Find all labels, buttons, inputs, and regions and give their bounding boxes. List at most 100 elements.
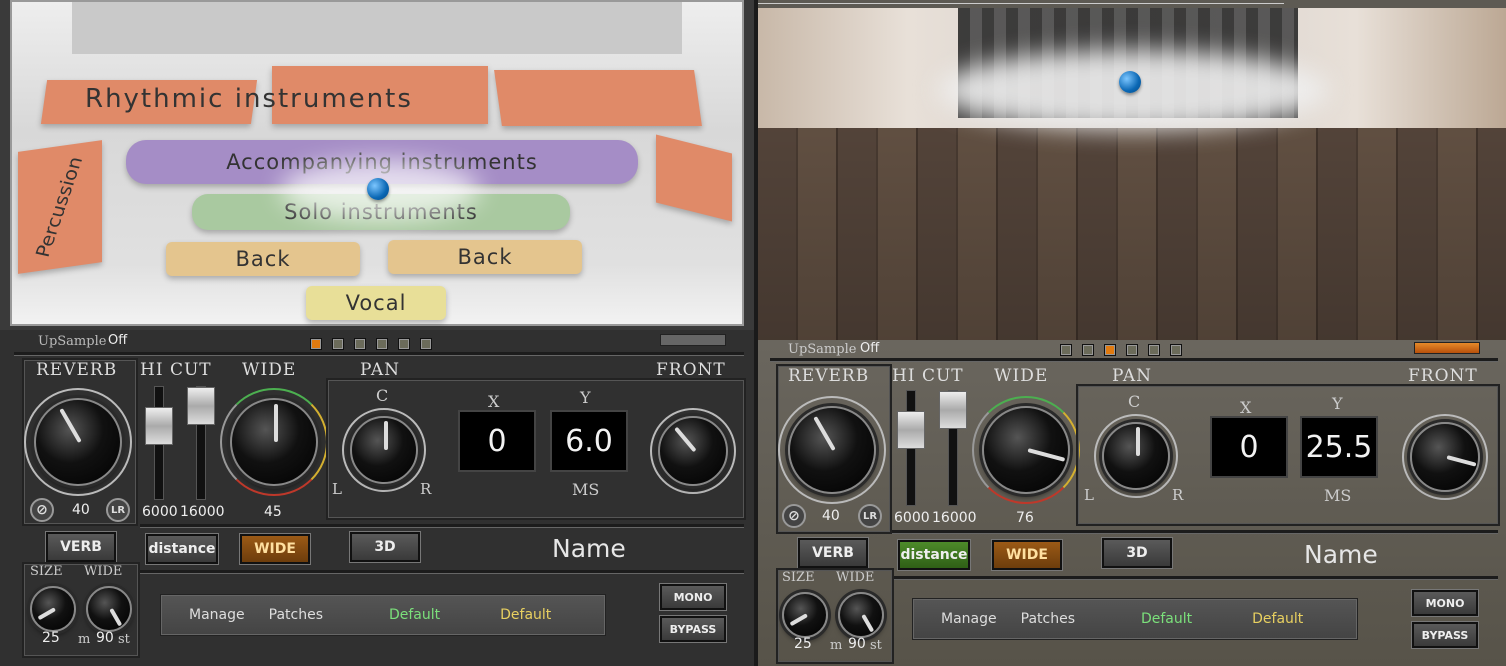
y-label: Y — [1332, 394, 1343, 413]
divider — [892, 576, 1498, 580]
page-led-2[interactable] — [332, 338, 344, 350]
divider — [140, 570, 744, 574]
knob-indicator — [1446, 455, 1477, 467]
wide-button[interactable]: WIDE — [992, 540, 1062, 570]
page-led-5[interactable] — [398, 338, 410, 350]
page-led-1[interactable] — [310, 338, 322, 350]
wide-button[interactable]: WIDE — [240, 534, 310, 564]
patch-default-a[interactable]: Default — [1141, 611, 1192, 627]
divider — [14, 352, 744, 356]
source-position-handle[interactable] — [367, 178, 389, 200]
wide2-knob[interactable] — [86, 586, 132, 632]
patches-link[interactable]: Patches — [269, 607, 323, 623]
stage-view-right[interactable] — [758, 0, 1506, 340]
zone-back-right[interactable]: Back — [388, 240, 582, 274]
front-knob[interactable] — [1410, 422, 1480, 492]
knob-indicator — [789, 613, 808, 627]
3d-button[interactable]: 3D — [1102, 538, 1172, 568]
stage-view-left[interactable]: Rhythmic instruments Accompanying instru… — [0, 0, 754, 328]
patch-name[interactable]: Name — [552, 534, 626, 563]
knob-indicator — [274, 404, 278, 442]
page-led-4[interactable] — [1126, 344, 1138, 356]
manage-link[interactable]: Manage — [189, 607, 245, 623]
zone-percussion[interactable]: Percussion — [18, 140, 102, 274]
y-display[interactable]: 6.0 — [550, 410, 628, 472]
pan-knob[interactable] — [350, 416, 418, 484]
zone-back-left[interactable]: Back — [166, 242, 360, 276]
hicut-fader-right[interactable] — [187, 386, 215, 500]
phase-invert-button[interactable]: ⊘ — [782, 504, 806, 528]
knob-indicator — [674, 426, 697, 453]
knob-indicator — [861, 614, 875, 633]
pan-right-label: R — [420, 480, 432, 498]
hicut-right-value: 16000 — [180, 504, 225, 520]
front-knob[interactable] — [658, 416, 728, 486]
manage-link[interactable]: Manage — [941, 611, 997, 627]
bypass-button[interactable]: BYPASS — [1412, 622, 1478, 648]
pan-label: PAN — [360, 360, 401, 380]
plugin-panel-left: Rhythmic instruments Accompanying instru… — [0, 0, 754, 666]
size-knob[interactable] — [30, 586, 76, 632]
page-selector — [310, 338, 432, 350]
phase-invert-button[interactable]: ⊘ — [30, 498, 54, 522]
page-led-6[interactable] — [1170, 344, 1182, 356]
page-led-4[interactable] — [376, 338, 388, 350]
divider — [770, 358, 1498, 362]
verb-button[interactable]: VERB — [798, 538, 868, 568]
distance-button[interactable]: distance — [146, 534, 218, 564]
zone-back-left-label: Back — [235, 247, 291, 271]
output-meter — [1414, 342, 1480, 354]
patch-default-b[interactable]: Default — [500, 607, 551, 623]
reverb-knob[interactable] — [34, 398, 122, 486]
fader-cap[interactable] — [145, 407, 173, 445]
lr-button[interactable]: LR — [858, 504, 882, 528]
hicut-label: HI CUT — [892, 366, 964, 386]
size-knob[interactable] — [782, 592, 828, 638]
page-led-5[interactable] — [1148, 344, 1160, 356]
fader-cap[interactable] — [187, 387, 215, 425]
pan-center-label: C — [376, 386, 389, 405]
zone-back-right-label: Back — [457, 245, 513, 269]
x-display[interactable]: 0 — [1210, 416, 1288, 478]
wide-knob[interactable] — [230, 398, 318, 486]
page-led-3[interactable] — [1104, 344, 1116, 356]
reverb-knob[interactable] — [788, 406, 876, 494]
knob-indicator — [109, 608, 123, 627]
reverb-value: 40 — [822, 508, 840, 524]
page-led-2[interactable] — [1082, 344, 1094, 356]
page-led-1[interactable] — [1060, 344, 1072, 356]
distance-button[interactable]: distance — [898, 540, 970, 570]
mono-button[interactable]: MONO — [1412, 590, 1478, 616]
3d-button[interactable]: 3D — [350, 532, 420, 562]
zone-vocal-label: Vocal — [345, 291, 407, 315]
patch-default-b[interactable]: Default — [1252, 611, 1303, 627]
wide2-m-label: m — [830, 638, 843, 653]
zone-rhythmic-right[interactable] — [494, 70, 702, 126]
wide-value: 76 — [1016, 510, 1034, 526]
x-display[interactable]: 0 — [458, 410, 536, 472]
upsample-value[interactable]: Off — [860, 341, 879, 356]
hicut-fader-right[interactable] — [939, 390, 967, 506]
verb-button[interactable]: VERB — [46, 532, 116, 562]
wide2-knob[interactable] — [838, 592, 884, 638]
patch-default-a[interactable]: Default — [389, 607, 440, 623]
source-position-handle[interactable] — [1119, 71, 1141, 93]
pan-label: PAN — [1112, 366, 1153, 386]
mono-button[interactable]: MONO — [660, 584, 726, 610]
fader-cap[interactable] — [939, 391, 967, 429]
fader-cap[interactable] — [897, 411, 925, 449]
page-led-6[interactable] — [420, 338, 432, 350]
hicut-fader-left[interactable] — [145, 386, 173, 500]
patch-name[interactable]: Name — [1304, 540, 1378, 569]
zone-vocal[interactable]: Vocal — [306, 286, 446, 320]
y-display[interactable]: 25.5 — [1300, 416, 1378, 478]
bypass-button[interactable]: BYPASS — [660, 616, 726, 642]
upsample-value[interactable]: Off — [108, 333, 127, 348]
patches-link[interactable]: Patches — [1021, 611, 1075, 627]
page-led-3[interactable] — [354, 338, 366, 350]
wide-knob[interactable] — [982, 406, 1070, 494]
lr-button[interactable]: LR — [106, 498, 130, 522]
hicut-fader-left[interactable] — [897, 390, 925, 506]
pan-knob[interactable] — [1102, 422, 1170, 490]
size-label: SIZE — [782, 570, 815, 585]
